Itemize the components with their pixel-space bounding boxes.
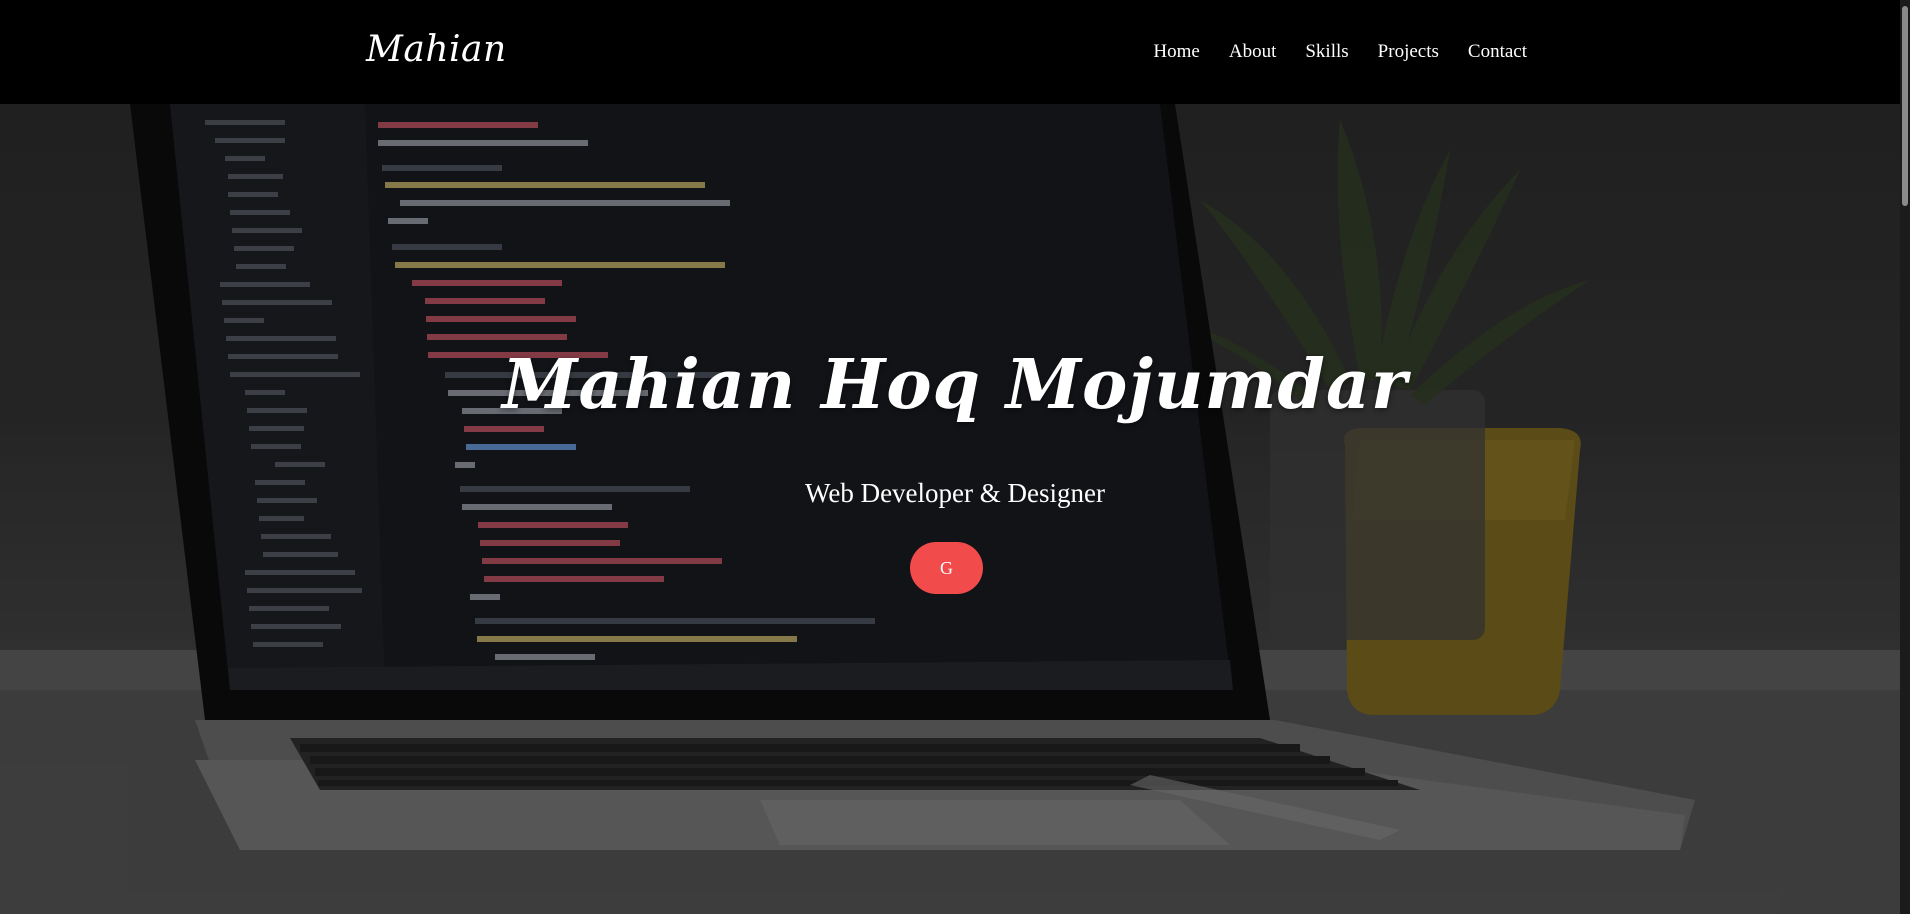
page: Mahian Home About Skills Projects Contac… [0, 0, 1910, 914]
nav-link-projects[interactable]: Projects [1378, 38, 1439, 66]
nav-link-about[interactable]: About [1229, 38, 1277, 66]
hero-subtitle: Web Developer & Designer [805, 478, 1105, 508]
nav-link-home[interactable]: Home [1153, 38, 1199, 66]
nav-links: Home About Skills Projects Contact [1124, 38, 1527, 66]
nav-link-skills[interactable]: Skills [1305, 38, 1348, 66]
nav-link-contact[interactable]: Contact [1468, 38, 1527, 66]
hero-name: Mahian Hoq Mojumdar [502, 345, 1408, 425]
hero-cta-button[interactable]: G [910, 542, 983, 594]
brand-logo[interactable]: Mahian [366, 26, 507, 74]
navbar: Mahian Home About Skills Projects Contac… [0, 0, 1910, 104]
hero-section: Mahian Hoq Mojumdar Web Developer & Desi… [0, 0, 1910, 914]
scrollbar-thumb[interactable] [1902, 6, 1908, 206]
scrollbar[interactable] [1900, 0, 1910, 914]
